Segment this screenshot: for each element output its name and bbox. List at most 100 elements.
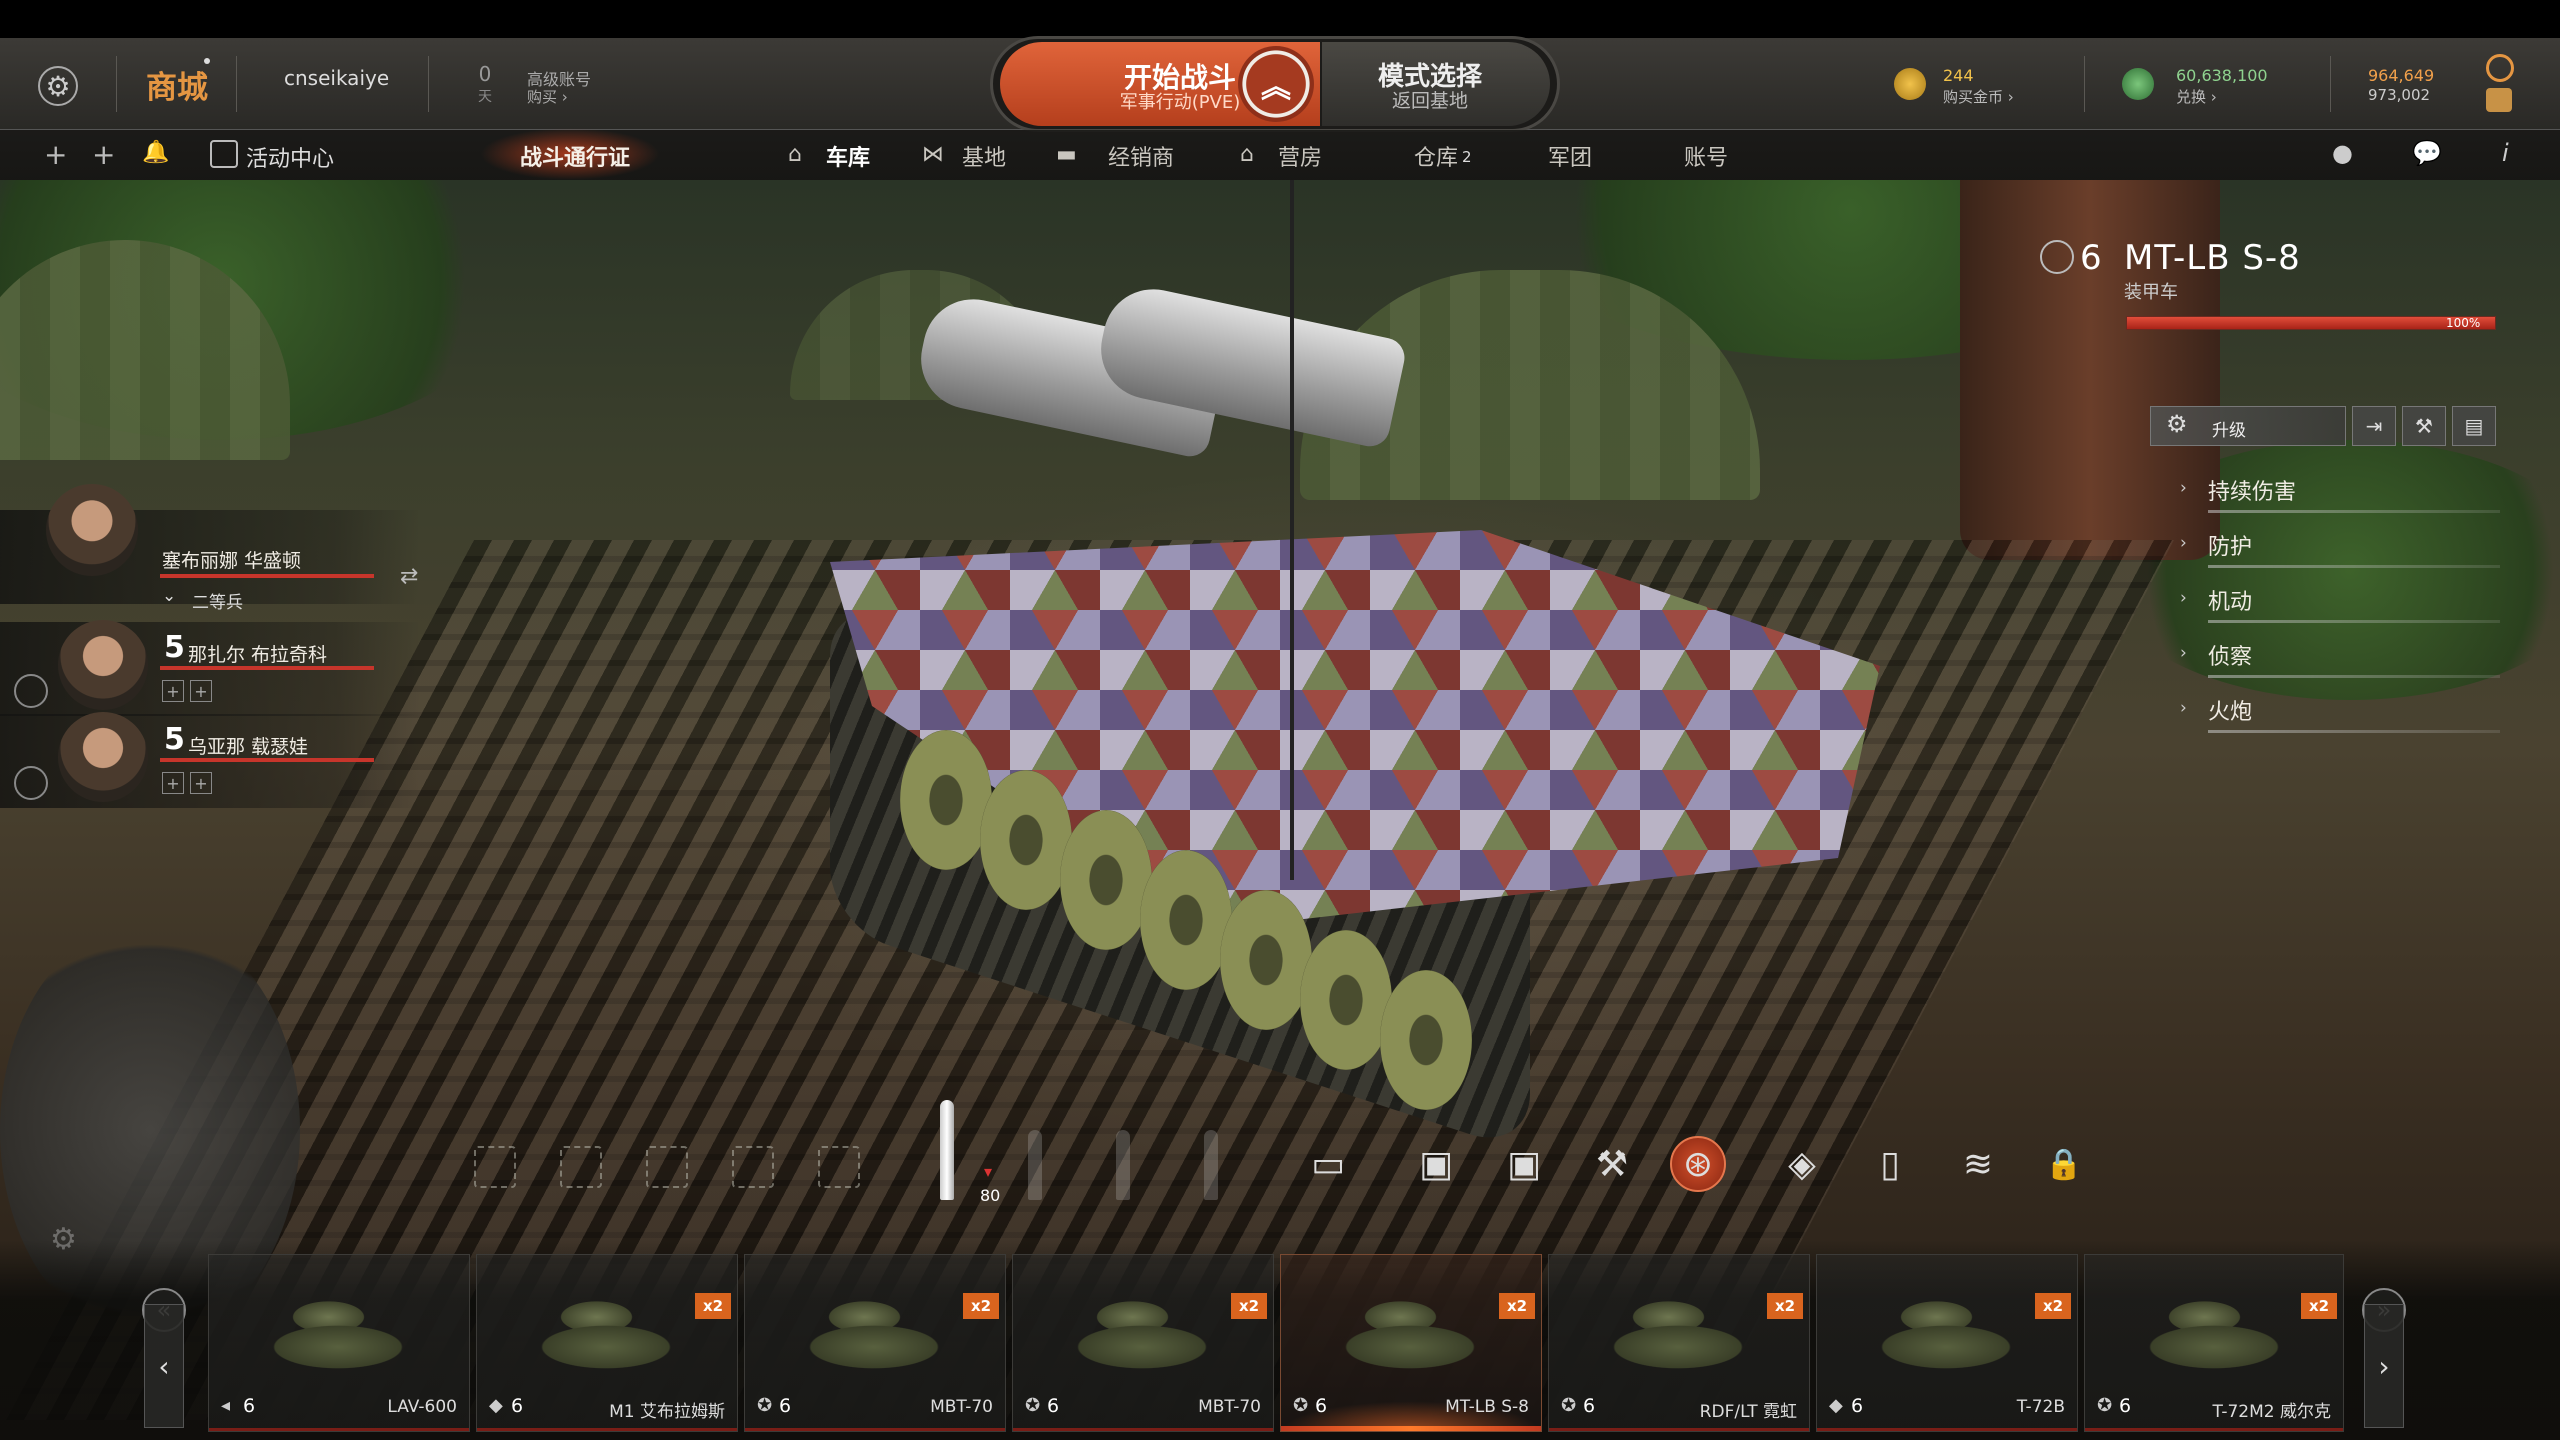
skill-slot[interactable]: + [162, 772, 184, 794]
vehicle-card[interactable]: x2 ✪ 6 T-72M2 威尔克 [2084, 1254, 2344, 1432]
ammo-count: 80 [980, 1186, 1001, 1205]
vehicle-card[interactable]: x2 ✪ 6 RDF/LT 霓虹 [1548, 1254, 1810, 1432]
exchange-link[interactable]: 兑换 › [2176, 86, 2217, 107]
swap-icon[interactable]: ⇄ [400, 564, 418, 589]
chevron-right-icon: › [2180, 533, 2187, 553]
xp-multiplier-badge: x2 [2301, 1293, 2337, 1319]
vehicle-name: M1 艾布拉姆斯 [609, 1402, 725, 1422]
gears-icon: ⚙ [2166, 410, 2188, 438]
vehicle-card[interactable]: x2 ✪ 6 MBT-70 [1012, 1254, 1274, 1432]
username[interactable]: cnseikaiye [284, 66, 389, 90]
tab-garage[interactable]: 车库 [826, 140, 870, 172]
camo-net-icon[interactable]: ≋ [1950, 1136, 2006, 1192]
armor-plate-icon[interactable]: ◈ [1774, 1136, 1830, 1192]
repair-kit-icon[interactable]: ▭ [1300, 1136, 1356, 1192]
diamond-icon: ◆ [489, 1395, 503, 1416]
vehicle-card[interactable]: x2 ✪ 6 MBT-70 [744, 1254, 1006, 1432]
vehicle-card-selected[interactable]: x2 ✪ 6 MT-LB S-8 [1280, 1254, 1542, 1432]
top-black-strip [0, 0, 2560, 38]
notification-bell-icon[interactable]: 🔔 [142, 140, 169, 165]
user-icon[interactable]: ● [2332, 139, 2353, 167]
equipment-slot[interactable] [474, 1146, 516, 1188]
vehicle-tier: 6 [1047, 1395, 1060, 1417]
exit-vehicle-icon[interactable]: ⇥ [2352, 406, 2396, 446]
document-icon[interactable]: ▤ [2452, 406, 2496, 446]
shop-button[interactable]: 商城 [146, 62, 208, 107]
star-icon: ✪ [1293, 1395, 1309, 1416]
tab-barracks[interactable]: 营房 [1278, 140, 1322, 172]
chat-icon[interactable]: 💬 [2412, 139, 2442, 167]
carousel-next-button[interactable]: › [2364, 1304, 2404, 1428]
equipment-slot[interactable] [560, 1146, 602, 1188]
equipment-slot[interactable] [732, 1146, 774, 1188]
ammo-slot[interactable] [1028, 1130, 1042, 1200]
equipment-slot[interactable] [818, 1146, 860, 1188]
tab-warehouse[interactable]: 仓库 [1414, 140, 1458, 172]
skill-slot[interactable]: + [162, 680, 184, 702]
canister-icon[interactable]: ▯ [1862, 1136, 1918, 1192]
vehicle-tier: 6 [2119, 1395, 2132, 1417]
xp-multiplier-badge: x2 [2035, 1293, 2071, 1319]
tab-account[interactable]: 账号 [1684, 140, 1728, 172]
stat-gun[interactable]: 火炮 [2208, 694, 2252, 726]
vehicle-thumbnail [243, 1277, 433, 1377]
crew-name: 那扎尔 布拉奇科 [188, 644, 328, 666]
vehicle-tier: 6 [1583, 1395, 1596, 1417]
tab-base[interactable]: 基地 [962, 140, 1006, 172]
chevron-down-icon: ⌄ [162, 586, 177, 606]
ammo-slot[interactable] [1204, 1130, 1218, 1200]
equipment-slot[interactable] [646, 1146, 688, 1188]
hammer-icon[interactable]: ⚒ [1584, 1136, 1640, 1192]
hammer-icon[interactable]: ⚒ [2402, 406, 2446, 446]
medkit-icon[interactable]: ▣ [1496, 1136, 1552, 1192]
skill-slot[interactable]: + [190, 680, 212, 702]
add-icon[interactable]: + [44, 138, 67, 171]
stat-bar [2208, 620, 2500, 623]
stat-mobility[interactable]: 机动 [2208, 584, 2252, 616]
crew-name: 塞布丽娜 华盛顿 [162, 550, 302, 572]
vehicle-model [810, 180, 1930, 1154]
toolbox-icon[interactable]: ▣ [1408, 1136, 1464, 1192]
special-ability-icon[interactable]: ⊛ [1670, 1136, 1726, 1192]
tab-dealer[interactable]: 经销商 [1108, 140, 1174, 172]
vehicle-thumbnail [1315, 1277, 1505, 1377]
chevron-right-icon: › [2180, 698, 2187, 718]
return-base-label: 返回基地 [1391, 90, 1468, 112]
vehicle-hp-text: 100% [2446, 316, 2481, 330]
vehicle-name: MBT-70 [930, 1397, 993, 1417]
info-icon[interactable]: i [2502, 139, 2509, 167]
vehicle-thumbnail [1047, 1277, 1237, 1377]
card-underline [1549, 1428, 1809, 1431]
card-underline [2085, 1428, 2343, 1431]
ammo-slot[interactable] [1116, 1130, 1130, 1200]
crew-level: 5 [164, 630, 185, 665]
gold-coin-icon [1894, 68, 1926, 100]
vehicle-card[interactable]: ◂ 6 LAV-600 [208, 1254, 470, 1432]
battle-pass-link[interactable]: 战斗通行证 [520, 140, 630, 172]
premium-buy-link[interactable]: 购买 › [527, 86, 568, 107]
chevron-right-icon: › [2180, 588, 2187, 608]
skill-slot[interactable]: + [190, 772, 212, 794]
event-center-link[interactable]: 活动中心 [246, 141, 334, 173]
carousel-prev-button[interactable]: ‹ [144, 1304, 184, 1428]
buy-gold-link[interactable]: 购买金币 › [1943, 86, 2014, 107]
xp-multiplier-badge: x2 [695, 1293, 731, 1319]
stat-spotting[interactable]: 侦察 [2208, 639, 2252, 671]
vehicle-card[interactable]: x2 ◆ 6 T-72B [1816, 1254, 2078, 1432]
settings-gear-icon[interactable]: ⚙ [38, 66, 78, 106]
xp-multiplier-badge: x2 [1499, 1293, 1535, 1319]
stat-firepower[interactable]: 持续伤害 [2208, 474, 2296, 506]
medal-icon[interactable] [2486, 54, 2514, 82]
crate-icon[interactable] [2486, 88, 2512, 112]
tab-legion[interactable]: 军团 [1548, 140, 1592, 172]
star-icon: ✪ [1025, 1395, 1041, 1416]
crew-rank: 二等兵 [192, 593, 243, 613]
card-underline [477, 1428, 737, 1431]
stat-bar [2208, 565, 2500, 568]
premium-days-unit: 天 [478, 89, 492, 105]
star-icon [2040, 240, 2074, 274]
add-icon[interactable]: + [92, 138, 115, 171]
ammo-shell-icon[interactable] [940, 1100, 954, 1200]
stat-protection[interactable]: 防护 [2208, 529, 2252, 561]
vehicle-card[interactable]: x2 ◆ 6 M1 艾布拉姆斯 [476, 1254, 738, 1432]
